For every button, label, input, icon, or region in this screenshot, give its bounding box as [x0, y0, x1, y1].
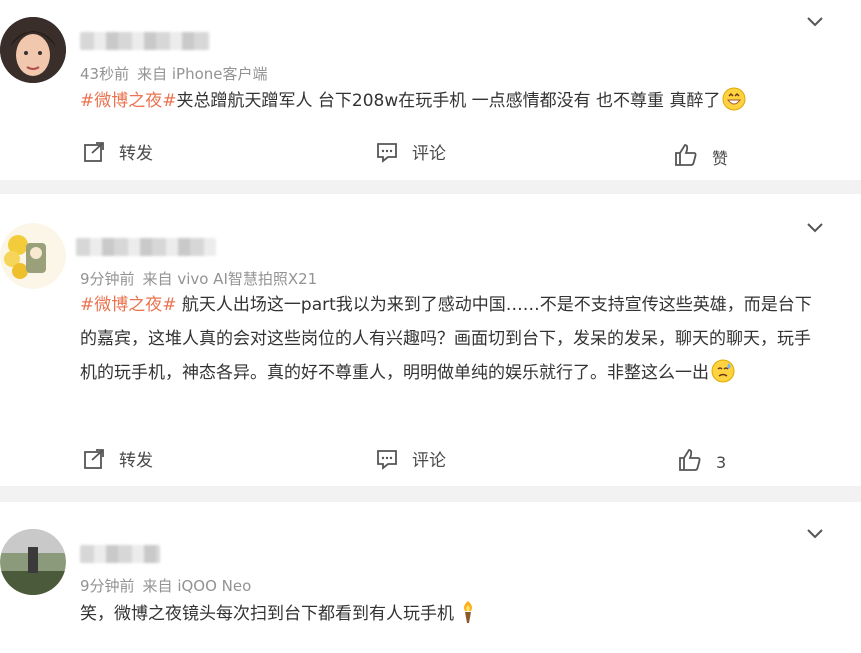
comment-icon [377, 142, 397, 163]
avatar[interactable] [0, 17, 66, 83]
post-time[interactable]: 43秒前 [80, 65, 129, 83]
user-name[interactable] [76, 238, 216, 256]
post-content: #微博之夜# 航天人出场这一part我以为来到了感动中国……不是不支持宣传这些英… [80, 288, 820, 390]
comment-label: 评论 [412, 451, 446, 471]
chevron-down-icon[interactable] [805, 523, 825, 543]
like-label: 赞 [712, 149, 729, 168]
avatar[interactable] [0, 223, 66, 289]
repost-label: 转发 [119, 451, 153, 471]
post-source: 来自 vivo AI智慧拍照X21 [142, 270, 318, 288]
repost-icon [84, 141, 104, 162]
like-button[interactable]: 赞 [674, 141, 728, 169]
post-meta: 9分钟前 来自 vivo AI智慧拍照X21 [80, 268, 317, 289]
post-content: #微博之夜#夹总蹭航天蹭军人 台下208w在玩手机 一点感情都没有 也不尊重 真… [80, 84, 840, 118]
user-name[interactable] [80, 32, 210, 50]
post-meta: 43秒前 来自 iPhone客户端 [80, 63, 268, 84]
thumbs-up-icon [675, 144, 697, 166]
comment-button[interactable]: 评论 [376, 139, 446, 164]
grinning-emoji-icon [722, 87, 746, 111]
like-count: 3 [716, 452, 727, 472]
post-source: 来自 iQOO Neo [142, 577, 252, 595]
post-card: 43秒前 来自 iPhone客户端 #微博之夜#夹总蹭航天蹭军人 台下208w在玩… [0, 0, 861, 180]
sad-sweat-emoji-icon [711, 359, 735, 383]
chevron-down-icon[interactable] [805, 217, 825, 237]
torch-emoji-icon [456, 600, 480, 624]
user-name[interactable] [80, 545, 160, 563]
comment-button[interactable]: 评论 [376, 446, 446, 471]
repost-label: 转发 [119, 144, 153, 164]
post-text: 笑，微博之夜镜头每次扫到台下都看到有人玩手机 [80, 604, 454, 624]
post-text: 夹总蹭航天蹭军人 台下208w在玩手机 一点感情都没有 也不尊重 真醉了 [176, 91, 721, 111]
thumbs-up-icon [679, 449, 701, 471]
comment-label: 评论 [412, 144, 446, 164]
avatar[interactable] [0, 529, 66, 595]
comment-icon [377, 449, 397, 470]
like-button[interactable]: 3 [678, 448, 726, 472]
topic-tag[interactable]: #微博之夜# [80, 295, 177, 315]
post-content: 笑，微博之夜镜头每次扫到台下都看到有人玩手机 [80, 597, 820, 631]
topic-tag[interactable]: #微博之夜# [80, 91, 177, 111]
post-time[interactable]: 9分钟前 [80, 270, 135, 288]
repost-button[interactable]: 转发 [83, 446, 153, 471]
repost-icon [84, 448, 104, 469]
post-time[interactable]: 9分钟前 [80, 577, 135, 595]
chevron-down-icon[interactable] [805, 11, 825, 31]
post-text: 航天人出场这一part我以为来到了感动中国……不是不支持宣传这些英雄，而是台下的… [80, 295, 812, 383]
post-source: 来自 iPhone客户端 [137, 65, 268, 83]
post-meta: 9分钟前 来自 iQOO Neo [80, 575, 251, 596]
repost-button[interactable]: 转发 [83, 139, 153, 164]
